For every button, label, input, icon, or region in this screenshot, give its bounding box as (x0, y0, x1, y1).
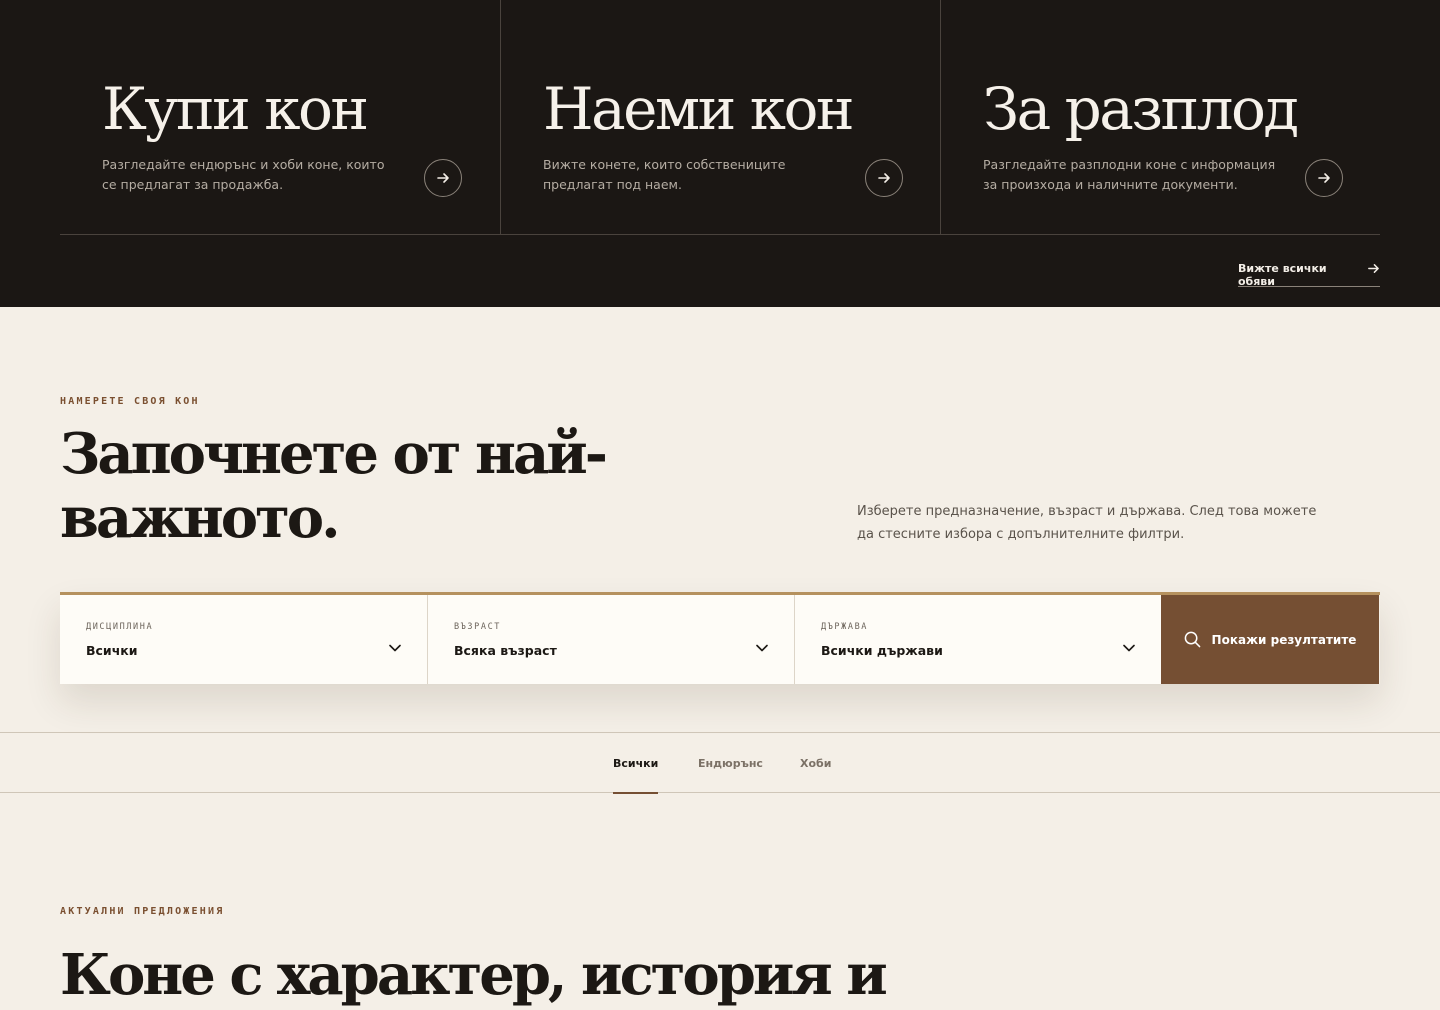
country-select[interactable]: ДЪРЖАВА Всички държави (794, 595, 1161, 684)
category-card-buy[interactable]: Купи кон Разгледайте ендюрънс и хоби кон… (60, 0, 500, 234)
chevron-down-icon (756, 644, 768, 652)
see-all-label: Вижте всички обяви (1238, 262, 1327, 288)
category-card-description: Вижте конете, които собствениците предла… (543, 157, 786, 192)
category-cards: Купи кон Разгледайте ендюрънс и хоби кон… (60, 0, 1380, 235)
search-lead: Изберете предназначение, възраст и държа… (857, 504, 1317, 542)
arrow-right-icon (1368, 264, 1379, 273)
show-results-label: Покажи резултатите (1211, 632, 1357, 647)
field-value: Всички (86, 643, 138, 658)
search-icon (1184, 631, 1200, 648)
category-band: Купи кон Разгледайте ендюрънс и хоби кон… (0, 0, 1440, 307)
chevron-down-icon (389, 644, 401, 652)
search-eyebrow: НАМЕРЕТЕ СВОЯ КОН (60, 396, 200, 407)
category-card-breeding[interactable]: За разплод Разгледайте разплодни коне с … (940, 0, 1380, 234)
field-value: Всяка възраст (454, 643, 557, 658)
tab-endurance[interactable]: Ендюрънс (698, 733, 763, 793)
arrow-right-circle-icon[interactable] (424, 159, 462, 197)
category-card-title: За разплод (983, 75, 1299, 143)
offers-eyebrow: АКТУАЛНИ ПРЕДЛОЖЕНИЯ (60, 906, 225, 917)
search-heading: Започнете от най-важното. (60, 421, 608, 551)
discipline-tabs: Всички Ендюрънс Хоби (0, 732, 1440, 794)
age-select[interactable]: ВЪЗРАСТ Всяка възраст (427, 595, 794, 684)
arrow-right-circle-icon[interactable] (865, 159, 903, 197)
category-card-description: Разгледайте разплодни коне с информация … (983, 157, 1276, 192)
field-label: ДИСЦИПЛИНА (86, 622, 154, 632)
category-card-title: Наеми кон (543, 75, 855, 143)
arrow-right-circle-icon[interactable] (1305, 159, 1343, 197)
category-card-description: Разгледайте ендюрънс и хоби коне, които … (102, 157, 385, 192)
discipline-select[interactable]: ДИСЦИПЛИНА Всички (60, 595, 427, 684)
category-card-rent[interactable]: Наеми кон Вижте конете, които собствениц… (500, 0, 940, 234)
see-all-listings-link[interactable]: Вижте всички обяви (1238, 262, 1380, 288)
search-bar: ДИСЦИПЛИНА Всички ВЪЗРАСТ Всяка възраст … (60, 592, 1380, 684)
show-results-button[interactable]: Покажи резултатите (1161, 595, 1379, 684)
tab-hobby[interactable]: Хоби (800, 733, 831, 793)
chevron-down-icon (1123, 644, 1135, 652)
field-value: Всички държави (821, 643, 943, 658)
field-label: ДЪРЖАВА (821, 622, 869, 632)
tab-all[interactable]: Всички (613, 733, 659, 794)
category-card-title: Купи кон (102, 75, 369, 143)
field-label: ВЪЗРАСТ (454, 622, 502, 632)
